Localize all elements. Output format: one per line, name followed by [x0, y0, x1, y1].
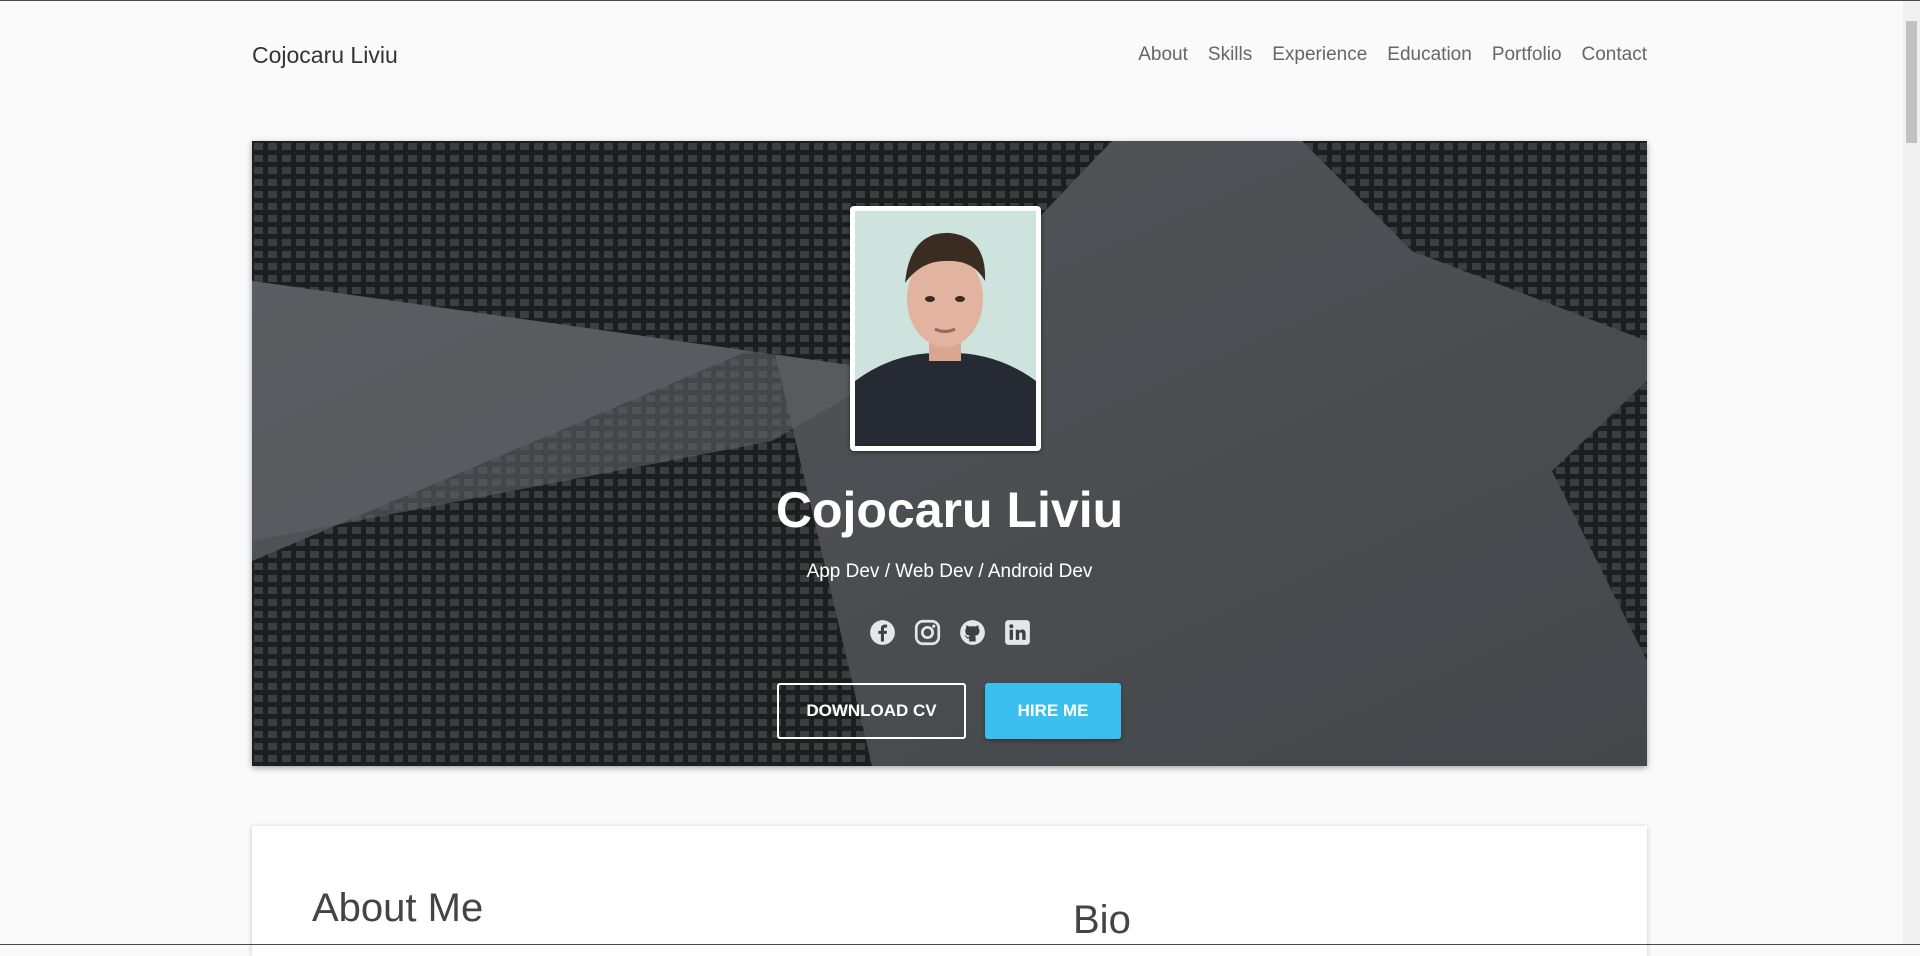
download-cv-button[interactable]: DOWNLOAD CV	[777, 683, 966, 739]
nav-link-skills[interactable]: Skills	[1208, 44, 1252, 66]
social-links	[252, 619, 1647, 646]
github-icon[interactable]	[959, 619, 986, 646]
nav-link-experience[interactable]: Experience	[1272, 44, 1367, 66]
window-top-border	[0, 0, 1920, 1]
linkedin-icon[interactable]	[1004, 619, 1031, 646]
navbar: Cojocaru Liviu About Skills Experience E…	[252, 38, 1647, 76]
about-section: About Me Bio	[252, 826, 1647, 956]
nav-link-about[interactable]: About	[1138, 44, 1188, 66]
profile-photo	[855, 211, 1036, 446]
instagram-icon[interactable]	[914, 619, 941, 646]
hero-section: Cojocaru Liviu App Dev / Web Dev / Andro…	[252, 141, 1647, 766]
bio-title: Bio	[1073, 898, 1131, 942]
nav-links: About Skills Experience Education Portfo…	[1118, 44, 1647, 66]
hero-subtitle: App Dev / Web Dev / Android Dev	[806, 561, 1093, 582]
facebook-icon[interactable]	[869, 619, 896, 646]
nav-link-portfolio[interactable]: Portfolio	[1492, 44, 1562, 66]
page-scrollbar[interactable]	[1903, 1, 1920, 944]
profile-photo-frame	[850, 206, 1041, 451]
brand-link[interactable]: Cojocaru Liviu	[252, 42, 398, 69]
about-title: About Me	[312, 886, 484, 930]
nav-link-contact[interactable]: Contact	[1582, 44, 1647, 66]
nav-link-education[interactable]: Education	[1387, 44, 1472, 66]
hire-me-button[interactable]: HIRE ME	[985, 683, 1121, 739]
hero-name: Cojocaru Liviu	[775, 482, 1124, 538]
scrollbar-thumb[interactable]	[1906, 21, 1917, 143]
